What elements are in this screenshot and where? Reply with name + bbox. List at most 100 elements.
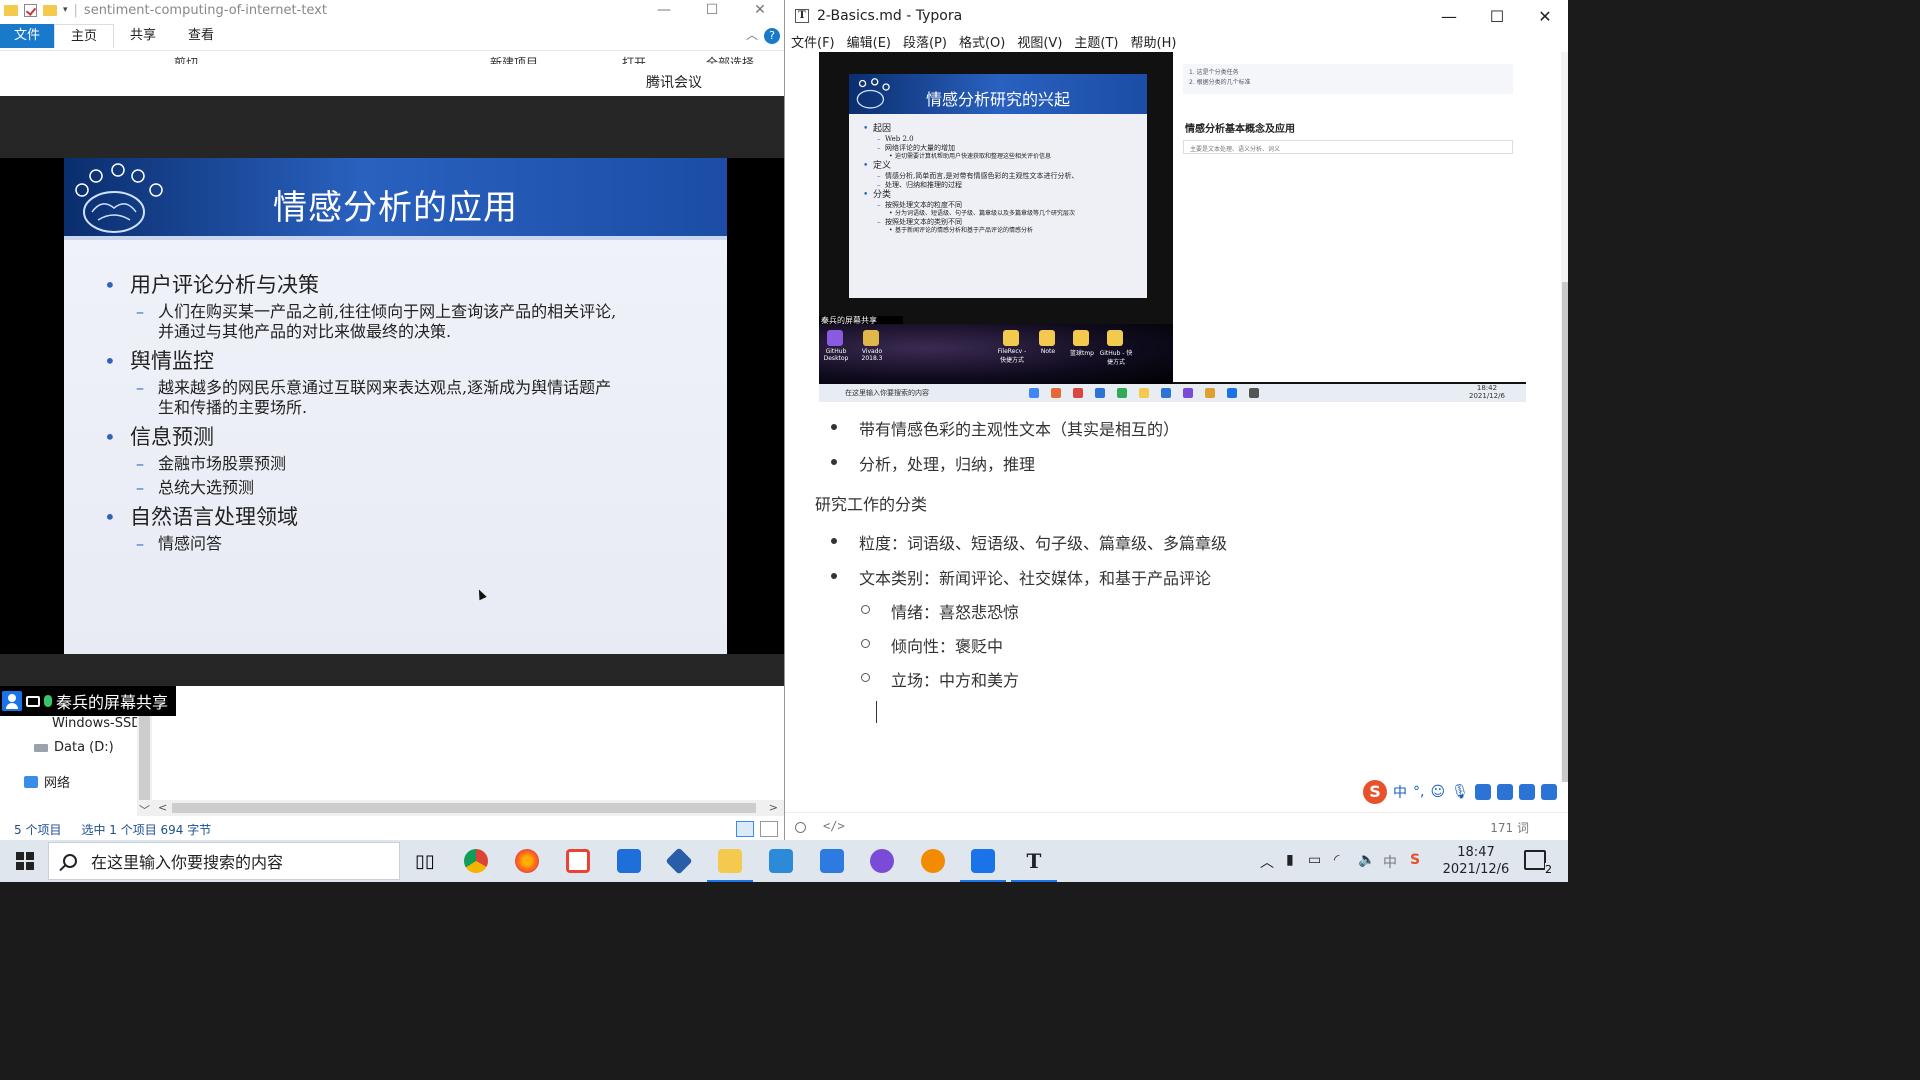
- list-item[interactable]: 粒度：词语级、短语级、句子级、篇章级、多篇章级: [831, 530, 1227, 554]
- network-label: 网络: [44, 776, 71, 791]
- paragraph[interactable]: 研究工作的分类: [815, 491, 927, 515]
- sub-list-item[interactable]: 立场：中方和美方: [861, 667, 1019, 691]
- minimize-button[interactable]: —: [640, 0, 688, 20]
- menu-edit[interactable]: 编辑(E): [847, 32, 891, 52]
- vscode-icon[interactable]: [766, 846, 796, 876]
- menu-help[interactable]: 帮助(H): [1131, 32, 1177, 52]
- horizontal-scrollbar[interactable]: < >: [152, 800, 784, 816]
- ime-mode[interactable]: 中: [1393, 782, 1407, 802]
- menu-file[interactable]: 文件(F): [791, 32, 835, 52]
- menu-paragraph[interactable]: 段落(P): [903, 32, 947, 52]
- editor-scrollbar[interactable]: [1561, 52, 1568, 782]
- minimize-button[interactable]: —: [1425, 0, 1473, 32]
- embedded-screenshot-image[interactable]: 情感分析研究的兴起 起因 Web 2.0 网络评论的大量的增加 迫切需要计算机帮…: [819, 52, 1526, 402]
- nav-item-windows-ssd[interactable]: Windows-SSD: [34, 716, 141, 731]
- nav-item-data-drive[interactable]: Data (D:): [34, 740, 114, 755]
- gmail-icon[interactable]: [563, 846, 593, 876]
- keyboard-icon[interactable]: [1474, 784, 1491, 800]
- volume-icon[interactable]: 🔈: [1358, 852, 1375, 868]
- screen-share-indicator[interactable]: 秦兵的屏幕共享: [0, 686, 176, 716]
- slide-sub-bullet: 情感问答: [104, 534, 704, 554]
- taskbar-clock[interactable]: 18:47 2021/12/6: [1440, 844, 1512, 878]
- embedded-search-text: 在这里输入你要搜索的内容: [845, 389, 929, 397]
- show-hidden-icons-icon[interactable]: ︿: [1260, 852, 1274, 872]
- close-button[interactable]: ✕: [736, 0, 784, 20]
- new-folder-icon[interactable]: [43, 4, 57, 16]
- notification-center-icon[interactable]: 2: [1524, 850, 1552, 876]
- taskbar-search-box[interactable]: 在这里输入你要搜索的内容: [48, 842, 400, 880]
- microphone-icon[interactable]: [44, 695, 52, 707]
- scroll-down-icon[interactable]: ﹀: [139, 802, 150, 818]
- menu-theme[interactable]: 主题(T): [1074, 32, 1118, 52]
- toolbox-icon[interactable]: [1540, 784, 1557, 800]
- ime-indicator[interactable]: 中: [1383, 852, 1397, 872]
- embedded-line: 网络评论的大量的增加: [863, 144, 1143, 153]
- properties-icon[interactable]: [24, 3, 37, 17]
- shared-screen-area: 情感分析的应用 用户评论分析与决策 人们在购买某一产品之前,往往倾向于网上查询该…: [0, 96, 784, 686]
- battery-icon[interactable]: ▭: [1308, 852, 1321, 868]
- wifi-icon[interactable]: ◜: [1334, 852, 1339, 868]
- firefox-icon[interactable]: [512, 846, 542, 876]
- tab-view[interactable]: 查看: [172, 24, 230, 48]
- list-item[interactable]: 文本类别：新闻评论、社交媒体，和基于产品评论: [831, 565, 1211, 589]
- mail-icon[interactable]: [614, 846, 644, 876]
- sub-list-item[interactable]: 倾向性：褒贬中: [861, 633, 1003, 657]
- menu-view[interactable]: 视图(V): [1017, 32, 1062, 52]
- list-item[interactable]: 带有情感色彩的主观性文本（其实是相互的）: [831, 416, 1179, 440]
- cut-button[interactable]: 剪切: [174, 54, 198, 64]
- sub-list-item[interactable]: 情绪：喜怒悲恐惊: [861, 599, 1019, 623]
- collapse-ribbon-icon[interactable]: ︿: [746, 26, 758, 43]
- large-icons-view-icon[interactable]: [760, 821, 778, 837]
- github-desktop-icon[interactable]: [867, 846, 897, 876]
- close-button[interactable]: ✕: [1521, 0, 1568, 32]
- outline-toggle-icon[interactable]: [795, 822, 806, 833]
- selection-info: 选中 1 个项目 694 字节: [81, 822, 212, 837]
- embedded-line: 迫切需要计算机帮助用户快速获取和整理这些相关评价信息: [863, 153, 1143, 161]
- tab-share[interactable]: 共享: [114, 24, 172, 48]
- sharer-name: 秦兵的屏幕共享: [56, 693, 169, 712]
- desktop-icon-label: GitHub Desktop: [823, 348, 849, 362]
- sogou-tray-icon[interactable]: S: [1410, 852, 1420, 868]
- customize-qat-icon[interactable]: ▾: [63, 5, 68, 15]
- vivado-icon: [863, 330, 879, 346]
- sogou-logo-icon[interactable]: S: [1363, 780, 1387, 804]
- search-tool-icon[interactable]: [918, 846, 948, 876]
- chrome-icon[interactable]: [461, 846, 491, 876]
- typora-icon[interactable]: T: [1011, 846, 1057, 882]
- sogou-ime-toolbar[interactable]: S 中 °, ☺ 🎙: [1361, 778, 1567, 806]
- skin-icon[interactable]: [1518, 784, 1535, 800]
- task-view-button[interactable]: ▯▯: [410, 846, 440, 876]
- tab-file[interactable]: 文件: [0, 24, 55, 48]
- participants-icon[interactable]: [2, 691, 22, 711]
- notification-count: 2: [1545, 863, 1552, 876]
- embedded-line: 处理、归纳和推理的过程: [863, 181, 1143, 190]
- tencent-meeting-icon[interactable]: [960, 846, 1006, 882]
- maximize-button[interactable]: ☐: [1473, 0, 1521, 32]
- wps-writer-icon[interactable]: [817, 846, 847, 876]
- emoji-icon[interactable]: ☺: [1430, 784, 1445, 800]
- nav-vertical-scrollbar[interactable]: ﹀: [137, 716, 152, 818]
- file-explorer-icon[interactable]: [707, 846, 753, 882]
- scroll-right-icon[interactable]: >: [769, 801, 778, 814]
- new-item-button[interactable]: 新建项目: [490, 54, 538, 64]
- list-item[interactable]: 分析，处理，归纳，推理: [831, 451, 1035, 475]
- microphone-tray-icon[interactable]: ▮: [1286, 852, 1294, 868]
- source-code-mode-icon[interactable]: </>: [823, 819, 845, 833]
- menu-format[interactable]: 格式(O): [959, 32, 1005, 52]
- help-icon[interactable]: ?: [764, 28, 780, 44]
- nav-item-network[interactable]: 网络: [24, 772, 70, 791]
- tab-home[interactable]: 主页: [54, 24, 115, 48]
- details-view-icon[interactable]: [736, 821, 754, 837]
- word-count[interactable]: 171 词: [1490, 819, 1529, 836]
- voice-icon[interactable]: 🎙: [1451, 784, 1469, 800]
- maximize-button[interactable]: ☐: [688, 0, 736, 20]
- punctuation-icon[interactable]: °,: [1413, 784, 1424, 800]
- virtualbox-icon[interactable]: [664, 846, 694, 876]
- scroll-left-icon[interactable]: <: [158, 801, 167, 814]
- start-button[interactable]: [16, 852, 34, 870]
- user-center-icon[interactable]: [1496, 784, 1513, 800]
- ribbon-commands: 剪切 新建项目 打开 全部选择: [0, 50, 784, 64]
- search-placeholder: 在这里输入你要搜索的内容: [91, 853, 284, 872]
- select-all-button[interactable]: 全部选择: [706, 54, 754, 64]
- open-button[interactable]: 打开: [622, 54, 646, 64]
